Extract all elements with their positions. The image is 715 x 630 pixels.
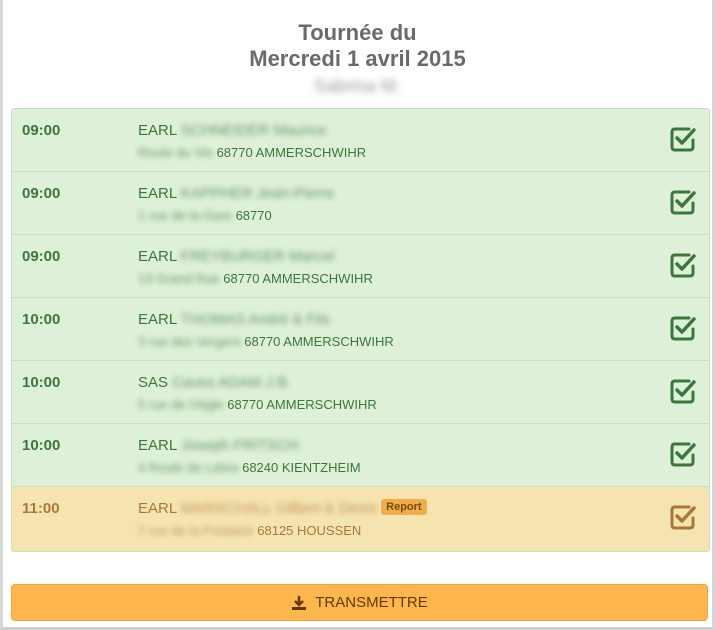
- driver-name: Sabrina M.: [313, 76, 402, 96]
- stop-company: EARL KAPPHER Jean-Pierre: [138, 185, 334, 202]
- postal-city: 68770 AMMERSCHWIHR: [223, 271, 373, 286]
- stop-row[interactable]: 10:00 EARL THOMAS André & Fils 3 rue des V…: [12, 298, 709, 361]
- check-square-icon[interactable]: [669, 188, 697, 216]
- company-type: EARL: [138, 122, 177, 139]
- postal-city: 68770 AMMERSCHWIHR: [216, 145, 367, 160]
- stop-row[interactable]: 10:00 SAS Caves ADAM J.B. 5 rue de l'Aigle…: [12, 361, 709, 424]
- check-square-icon[interactable]: [669, 377, 697, 405]
- check-square-icon[interactable]: [669, 314, 697, 342]
- street-address: 1 rue de la Gare: [138, 208, 232, 223]
- stop-address: 5 rue de l'Aigle 68770 AMMERSCHWIHR: [138, 397, 377, 412]
- company-name: KAPPHER Jean-Pierre: [180, 185, 335, 202]
- page-header: Tournée du Mercredi 1 avril 2015 Sabrina…: [0, 20, 715, 98]
- company-name: FREYBURGER Marcel: [180, 248, 335, 265]
- stop-address: 13 Grand Rue 68770 AMMERSCHWIHR: [138, 271, 373, 286]
- company-type: SAS: [138, 374, 169, 391]
- transmit-button[interactable]: TRANSMETTRE: [11, 584, 708, 621]
- download-icon: [292, 595, 307, 610]
- stop-company: SAS Caves ADAM J.B.: [138, 374, 291, 391]
- stop-company: EARL Joseph FRITSCH: [138, 437, 298, 454]
- stop-address: 1 rue de la Gare 68770: [138, 208, 272, 223]
- postal-city: 68770 AMMERSCHWIHR: [244, 334, 394, 349]
- check-square-icon[interactable]: [669, 440, 697, 468]
- stop-company: EARL MARSCHALL Gilbert & Denis Report: [138, 499, 427, 517]
- company-name: THOMAS André & Fils: [180, 311, 331, 328]
- page-title: Tournée du: [298, 20, 417, 45]
- stop-time: 09:00: [22, 248, 61, 265]
- check-square-icon[interactable]: [669, 503, 697, 531]
- stop-address: 4 Route de Lebra 68240 KIENTZHEIM: [138, 460, 361, 475]
- street-address: 3 rue des Vergers: [138, 334, 241, 349]
- street-address: 7 rue de la Fontaine: [138, 523, 254, 538]
- stop-company: EARL FREYBURGER Marcel: [138, 248, 334, 265]
- street-address: Route du Vin: [138, 145, 213, 160]
- stop-time: 09:00: [22, 185, 61, 202]
- stop-row[interactable]: 09:00 EARL SCHNEIDER Maurice Route du Vin …: [12, 109, 709, 172]
- postal-city: 68125 HOUSSEN: [257, 523, 362, 538]
- postal-city: 68240 KIENTZHEIM: [242, 460, 361, 475]
- stop-row[interactable]: 09:00 EARL FREYBURGER Marcel 13 Grand Rue …: [12, 235, 709, 298]
- company-name: Joseph FRITSCH: [180, 437, 299, 454]
- check-square-icon[interactable]: [669, 251, 697, 279]
- company-type: EARL: [138, 311, 177, 328]
- report-badge: Report: [381, 499, 427, 516]
- transmit-button-label: TRANSMETTRE: [315, 594, 428, 611]
- company-type: EARL: [138, 500, 177, 517]
- stop-time: 10:00: [22, 374, 61, 391]
- street-address: 13 Grand Rue: [138, 271, 220, 286]
- page-date: Mercredi 1 avril 2015: [249, 46, 466, 71]
- stop-row[interactable]: 10:00 EARL Joseph FRITSCH 4 Route de Lebra…: [12, 424, 709, 487]
- postal-city: 68770: [235, 208, 272, 223]
- stop-time: 09:00: [22, 122, 61, 139]
- stop-address: Route du Vin 68770 AMMERSCHWIHR: [138, 145, 366, 160]
- company-name: Caves ADAM J.B.: [172, 374, 292, 391]
- street-address: 5 rue de l'Aigle: [138, 397, 224, 412]
- company-type: EARL: [138, 185, 177, 202]
- stop-company: EARL THOMAS André & Fils: [138, 311, 330, 328]
- company-name: MARSCHALL Gilbert & Denis: [180, 500, 377, 517]
- postal-city: 68770 AMMERSCHWIHR: [227, 397, 377, 412]
- stop-time: 10:00: [22, 311, 61, 328]
- stop-company: EARL SCHNEIDER Maurice: [138, 122, 327, 139]
- stop-time: 10:00: [22, 437, 61, 454]
- stop-row[interactable]: 11:00 EARL MARSCHALL Gilbert & Denis Repo…: [12, 487, 709, 551]
- company-type: EARL: [138, 437, 177, 454]
- stop-time: 11:00: [22, 500, 60, 517]
- check-square-icon[interactable]: [669, 125, 697, 153]
- street-address: 4 Route de Lebra: [138, 460, 239, 475]
- stop-address: 7 rue de la Fontaine 68125 HOUSSEN: [138, 523, 361, 538]
- stop-list: 09:00 EARL SCHNEIDER Maurice Route du Vin …: [11, 108, 710, 552]
- company-type: EARL: [138, 248, 177, 265]
- company-name: SCHNEIDER Maurice: [180, 122, 327, 139]
- stop-row[interactable]: 09:00 EARL KAPPHER Jean-Pierre 1 rue de la…: [12, 172, 709, 235]
- stop-address: 3 rue des Vergers 68770 AMMERSCHWIHR: [138, 334, 394, 349]
